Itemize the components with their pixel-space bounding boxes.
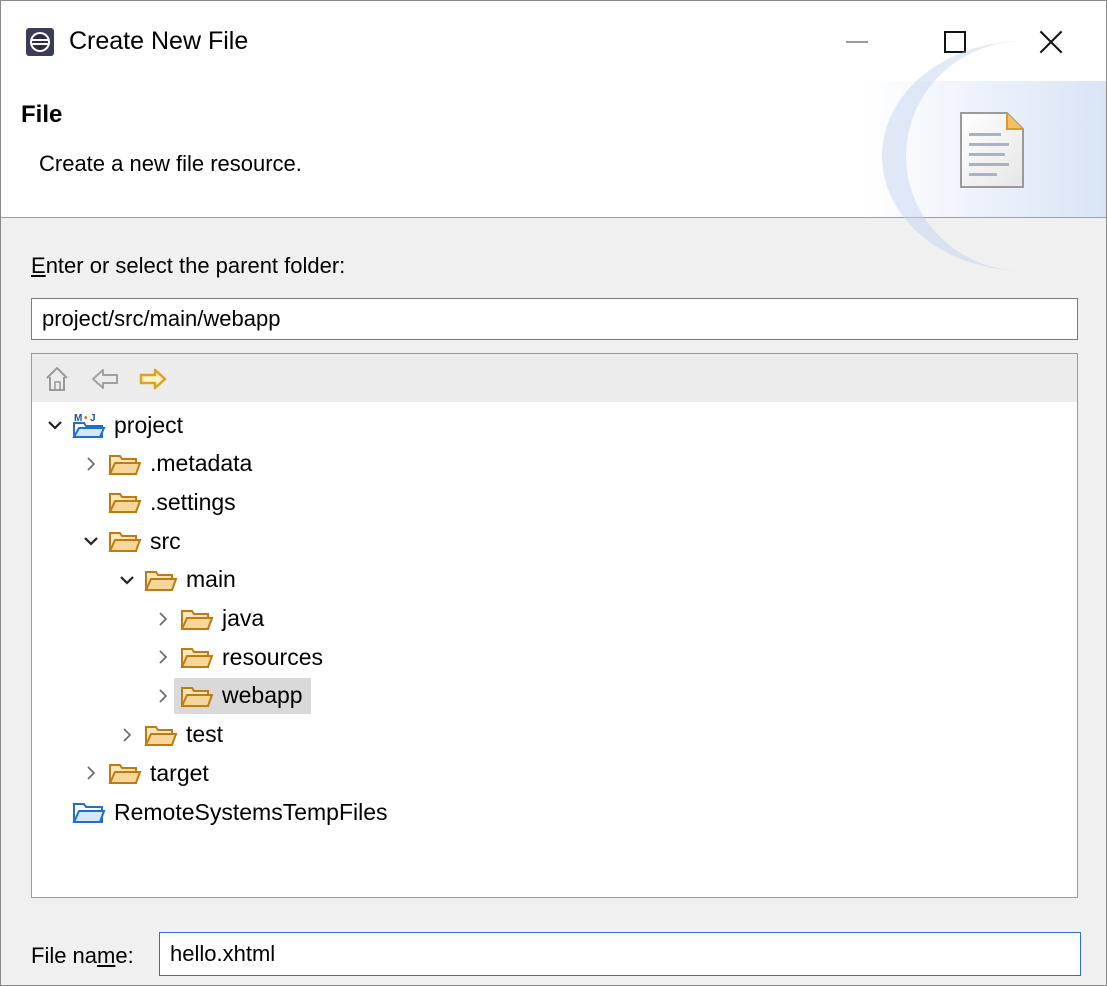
tree-item-remotesystemstempfiles[interactable]: RemoteSystemsTempFiles [44,794,388,830]
tree-item-label: project [114,411,184,438]
folder-icon [108,454,142,475]
parent-folder-label: Enter or select the parent folder: [31,253,345,279]
back-button[interactable] [90,364,120,394]
tree-item-java[interactable]: java [152,601,264,637]
folder-icon [108,764,142,785]
file-name-label: File name: [31,943,134,969]
tree-item-label: main [186,566,236,593]
tree-item-test[interactable]: test [116,717,223,753]
forward-button[interactable] [138,364,168,394]
chevron-right-icon[interactable] [152,639,174,675]
tree-navigation-toolbar [32,354,1077,402]
accelerator-letter: E [31,253,46,278]
chevron-right-icon[interactable] [152,601,174,637]
tree-item-settings[interactable]: .settings [80,484,236,520]
tree-item-main[interactable]: main [116,562,236,598]
tree-item-label: resources [222,643,323,670]
tree-item-webapp-selected[interactable]: webapp [152,677,319,714]
tree-item-metadata[interactable]: .metadata [80,446,252,482]
home-icon [46,366,68,391]
chevron-right-icon[interactable] [80,755,102,791]
wizard-page-title: File [21,101,63,128]
home-button[interactable] [42,364,72,394]
tree-item-label: .settings [150,488,236,515]
folder-icon [180,648,214,669]
tree-item-project[interactable]: M • J project [44,407,183,443]
chevron-down-icon[interactable] [44,407,66,443]
folder-icon [144,570,178,591]
back-arrow-icon [92,369,118,389]
new-file-icon [960,112,1024,188]
file-name-label-pre: File na [31,943,98,968]
eclipse-app-icon [26,28,54,56]
parent-folder-label-text: nter or select the parent folder: [45,253,346,278]
window-title: Create New File [69,27,249,55]
folder-icon [108,493,142,514]
minimize-button[interactable] [827,19,887,65]
tree-item-label: webapp [222,682,303,709]
tree-item-target[interactable]: target [80,755,209,791]
maven-project-icon: M • J [72,413,106,438]
tree-item-label: test [186,721,224,748]
tree-item-label: java [222,605,265,631]
chevron-down-icon[interactable] [80,523,102,559]
chevron-right-icon[interactable] [80,446,102,482]
project-folder-icon [72,803,106,823]
folder-icon [144,725,178,746]
tree-item-label: src [150,527,181,554]
tree-item-label: RemoteSystemsTempFiles [114,798,388,825]
forward-arrow-icon [139,368,167,390]
create-new-file-dialog: Create New File File Create a new file r… [0,0,1107,986]
maximize-icon [944,31,966,53]
folder-tree[interactable]: M • J project .metadata .settings src main java r… [31,353,1078,898]
folder-icon [180,609,214,630]
tree-item-label: target [150,759,209,786]
selection-highlight: webapp [174,677,311,714]
accelerator-letter: m [97,943,116,968]
svg-text:J: J [90,413,96,424]
chevron-right-icon[interactable] [116,717,138,753]
wizard-page-description: Create a new file resource. [39,151,302,176]
wizard-header-banner: File Create a new file resource. [1,41,1106,271]
chevron-down-icon[interactable] [116,562,138,598]
tree-item-resources[interactable]: resources [152,639,323,675]
chevron-right-icon[interactable] [152,678,174,714]
folder-icon [180,686,214,707]
file-name-label-post: e: [115,943,134,968]
tree-item-label: .metadata [150,450,253,477]
minimize-icon [846,41,868,43]
file-name-input[interactable] [159,932,1081,976]
folder-icon [108,532,142,553]
tree-item-src[interactable]: src [80,523,181,559]
parent-folder-input[interactable] [31,298,1078,340]
